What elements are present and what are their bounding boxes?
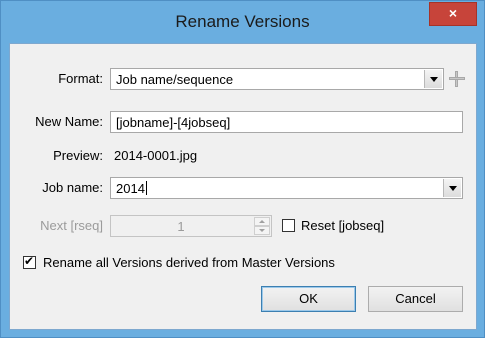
- stepper-down-icon[interactable]: [254, 226, 270, 235]
- preview-label: Preview:: [53, 148, 103, 163]
- dialog-body: Format: Job name/sequence New Name: [job…: [9, 43, 477, 330]
- new-name-label: New Name:: [35, 114, 103, 129]
- rename-all-label[interactable]: Rename all Versions derived from Master …: [43, 255, 335, 270]
- chevron-down-icon[interactable]: [443, 179, 461, 197]
- format-label: Format:: [58, 71, 103, 86]
- rename-all-checkbox[interactable]: [23, 254, 36, 269]
- plus-icon[interactable]: [449, 71, 465, 87]
- title-bar[interactable]: Rename Versions ×: [1, 1, 484, 43]
- job-name-combobox[interactable]: 2014: [110, 177, 463, 199]
- new-name-field[interactable]: [jobname]-[4jobseq]: [110, 111, 463, 133]
- next-rseq-value: 1: [177, 219, 185, 234]
- stepper-buttons: [254, 217, 270, 235]
- ok-button[interactable]: OK: [261, 286, 356, 312]
- new-name-value: [jobname]-[4jobseq]: [116, 115, 231, 130]
- close-button[interactable]: ×: [429, 2, 477, 26]
- text-cursor: [145, 181, 147, 195]
- format-value: Job name/sequence: [116, 72, 234, 87]
- next-rseq-stepper[interactable]: 1: [110, 215, 272, 237]
- reset-jobseq-checkbox[interactable]: [282, 219, 295, 232]
- format-dropdown[interactable]: Job name/sequence: [110, 68, 444, 90]
- chevron-down-icon[interactable]: [424, 70, 442, 88]
- job-name-value-wrap: 2014: [116, 181, 147, 196]
- cancel-button[interactable]: Cancel: [368, 286, 463, 312]
- job-name-value: 2014: [116, 181, 145, 196]
- reset-jobseq-label[interactable]: Reset [jobseq]: [301, 218, 384, 233]
- preview-value: 2014-0001.jpg: [114, 148, 198, 163]
- rename-versions-dialog: Rename Versions × Format: Job name/seque…: [0, 0, 485, 338]
- job-name-label: Job name:: [42, 180, 103, 195]
- next-rseq-label: Next [rseq]: [40, 218, 103, 233]
- stepper-up-icon[interactable]: [254, 217, 270, 226]
- dialog-title: Rename Versions: [175, 12, 310, 31]
